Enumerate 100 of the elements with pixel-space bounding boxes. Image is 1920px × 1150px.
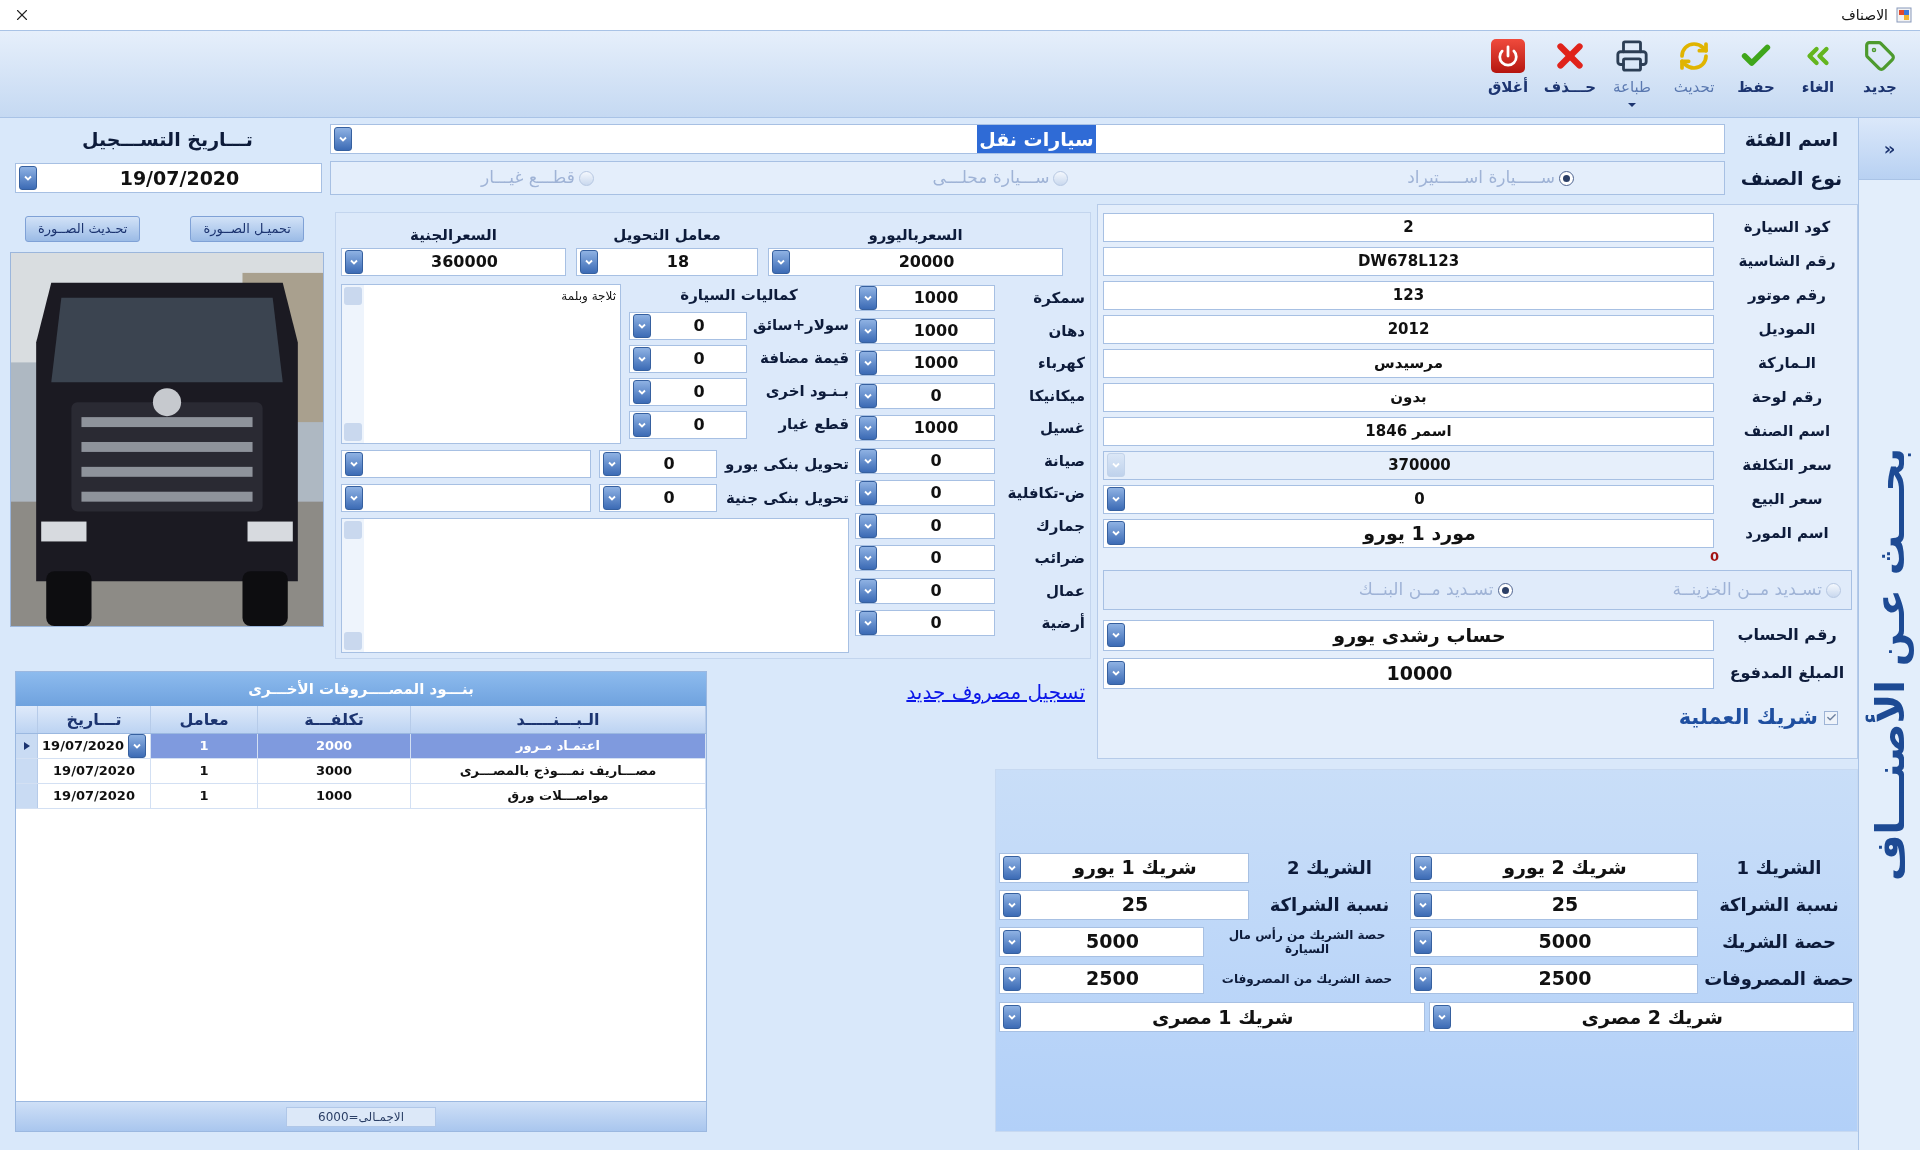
column-header[interactable]: تكلفـــة [258,706,411,733]
field-label: الـماركة [1757,352,1816,374]
dropdown-field[interactable]: 0 [855,447,995,474]
notes-area[interactable]: ثلاجة وبلمة [341,284,621,444]
chevron-down-icon [1003,929,1021,954]
dropdown-field[interactable]: 0 [599,484,717,512]
dropdown-field[interactable]: شريك 2 يورو [1410,852,1698,883]
chevron-down-icon [603,452,621,476]
chevron-down-icon [859,318,877,343]
dropdown-field[interactable]: 1000 [855,415,995,442]
field-label: حصة الشريك [1722,930,1836,955]
sidebar-toggle[interactable]: » [1859,118,1920,180]
checkbox[interactable] [1824,710,1838,725]
upload-photo-button[interactable]: تحميـل الصــورة [190,216,304,242]
dropdown-field[interactable] [341,450,591,478]
chevron-down-icon [772,250,790,274]
dropdown-field[interactable]: 10000 [1103,657,1714,689]
dropdown-field[interactable]: شريك 2 مصرى [1428,1002,1854,1032]
sidebar-title: بحـــث عـن الأصنـــاف [1865,448,1914,882]
chevron-down-icon [1414,966,1432,991]
dropdown-field[interactable]: 18 [576,248,758,276]
window-title: الاصناف [1841,5,1888,25]
dropdown-field[interactable]: 0 [855,480,995,507]
chevron-down-icon [1003,966,1021,991]
dropdown-field[interactable]: 25 [999,889,1249,920]
scroll-down-icon [344,423,362,441]
dropdown-field[interactable]: مورد 1 يورو [1103,518,1714,548]
dropdown-field[interactable]: 1000 [855,285,995,312]
dropdown-field[interactable]: 0 [629,410,747,439]
field-label: الموديل [1758,318,1816,340]
dropdown-field[interactable]: 1000 [855,350,995,377]
dropdown-field[interactable]: شريك 1 مصرى [999,1002,1425,1032]
chevron-down-icon [1414,892,1432,917]
text-field[interactable]: 123 [1103,280,1714,310]
chevron-down-icon [859,416,877,441]
chevron-down-icon [1003,892,1021,917]
text-field[interactable]: 2012 [1103,314,1714,344]
dropdown-field[interactable]: 20000 [768,248,1063,276]
dropdown-field[interactable]: 2500 [999,963,1204,994]
field-label: دهان [1048,320,1085,342]
text-field[interactable]: مرسيدس [1103,348,1714,378]
field-label: حصة الشريك من رأس مال السيارة [1227,927,1387,956]
field-label: اسم الفئة [1744,126,1839,152]
dropdown-field[interactable]: 0 [855,545,995,572]
column-header[interactable]: الـبـــنـــــد [411,706,706,733]
chevron-down-icon [859,513,877,538]
dropdown-field[interactable]: 0 [629,377,747,406]
dropdown-field[interactable]: 0 [855,577,995,604]
chevron-down-icon [859,448,877,473]
dropdown-field[interactable]: 2500 [1410,963,1698,994]
table-cell: 1 [151,734,258,758]
field-label: رقم موتور [1748,284,1826,306]
dropdown-field[interactable]: 5000 [999,926,1204,957]
dropdown-field[interactable]: 370000 [1103,450,1714,480]
dropdown-field[interactable]: 25 [1410,889,1698,920]
refresh-icon [1678,40,1710,72]
chevron-down-icon [633,412,651,437]
chevron-down-icon [633,379,651,404]
dropdown-field[interactable]: حساب رشدى يورو [1103,619,1714,651]
text-field[interactable]: DW678L123 [1103,246,1714,276]
app-icon [1896,7,1912,23]
scroll-down-icon [344,632,362,650]
field-label: صيانة [1044,450,1085,472]
dropdown-field[interactable]: 0 [599,450,717,478]
refresh-photo-button[interactable]: تحـديث الصــورة [25,216,141,242]
dropdown-field[interactable]: 1000 [855,317,995,344]
column-header[interactable]: معامل [151,706,258,733]
toolbar-button[interactable]: حـــذف [1542,34,1598,114]
field-label: غسيل [1039,418,1085,439]
dropdown-field[interactable] [341,484,591,512]
dropdown-field[interactable]: 5000 [1410,926,1698,957]
dropdown-field[interactable]: شريك 1 يورو [999,852,1249,883]
chevron-down-icon [859,546,877,571]
dropdown-field[interactable]: 0 [855,512,995,539]
chevron-down-icon [19,166,37,190]
dropdown-field[interactable]: 0 [629,311,747,340]
field-label: قيمة مضافة [760,348,849,370]
new-expense-link[interactable]: تسجيل مصروف جديد [906,677,1085,707]
dropdown-field[interactable]: 0 [855,610,995,637]
field-label: نسبة الشراكة [1719,893,1839,918]
dropdown-field[interactable]: 19/07/2020 [15,163,322,193]
field-label: ضرائب [1034,548,1085,569]
field-label: رقم الحساب [1737,624,1837,646]
field-label: تحويل بنكى جنية [725,487,849,509]
toolbar-button[interactable]: الغاء [1790,34,1846,114]
toolbar-button[interactable]: حفظ [1728,34,1784,114]
text-field[interactable]: بدون [1103,382,1714,412]
chevron-down-icon [859,351,877,376]
dropdown-field[interactable]: 360000 [341,248,566,276]
toolbar-button[interactable]: أغلاق [1480,34,1536,114]
dropdown-field[interactable]: سيارات نقل [330,124,1725,154]
dropdown-field[interactable]: 0 [629,344,747,373]
toolbar-button[interactable]: جديد [1852,34,1908,114]
text-field[interactable]: 2 [1103,212,1714,242]
dropdown-field[interactable]: 0 [1103,484,1714,514]
field-label: ض-تكافلية [1007,483,1085,504]
column-header[interactable]: تـــاريخ [38,706,151,733]
text-field[interactable]: اسمر 1846 [1103,416,1714,446]
dropdown-field[interactable]: 0 [855,382,995,409]
partner-checkbox-label: شريك العملية [1678,704,1818,731]
